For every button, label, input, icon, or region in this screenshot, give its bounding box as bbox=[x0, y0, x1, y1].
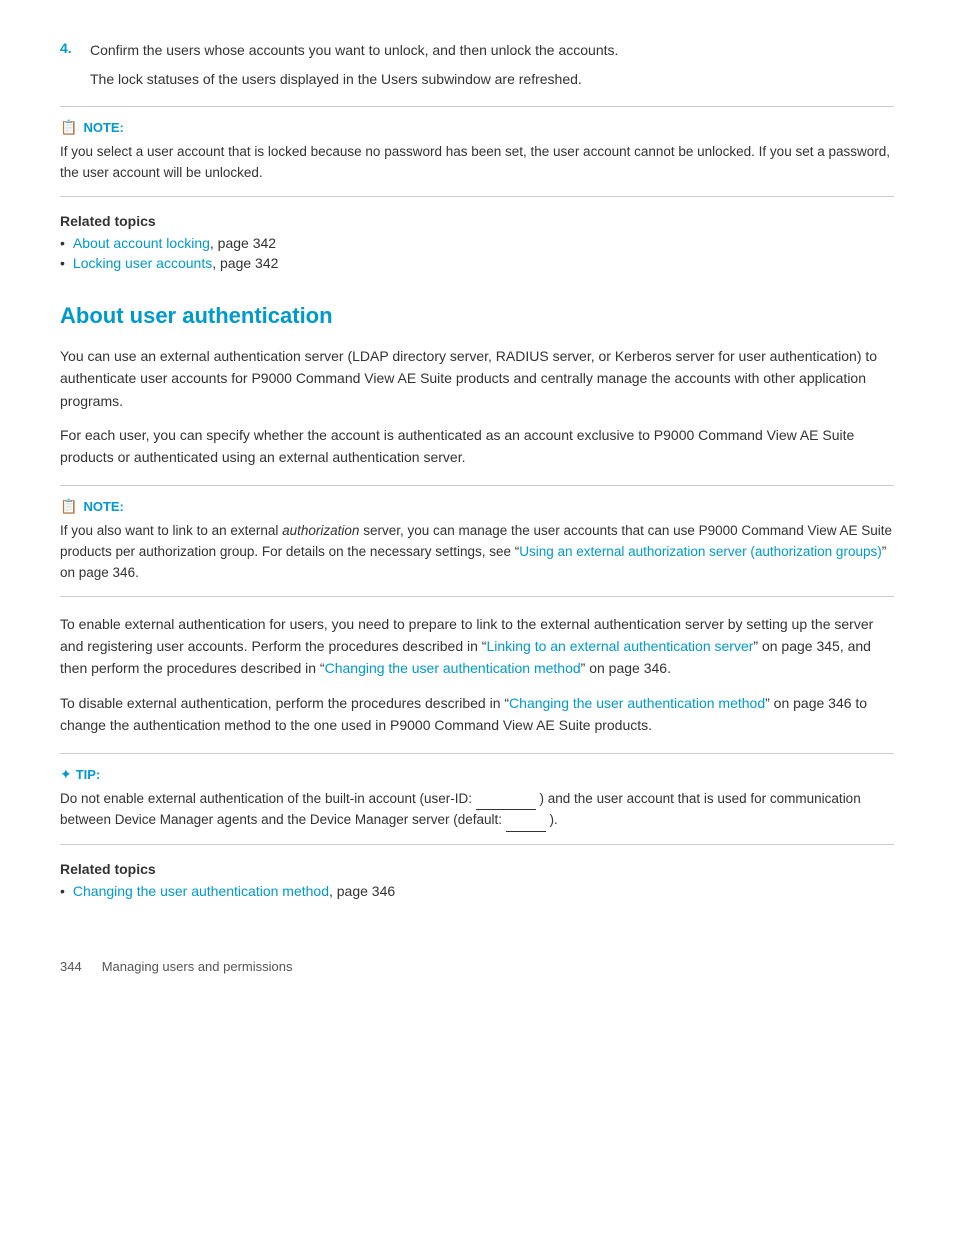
note-body-2: If you also want to link to an external … bbox=[60, 521, 894, 584]
note2-text-1: If you also want to link to an external bbox=[60, 523, 282, 538]
related-link-1[interactable]: About account locking, page 342 bbox=[73, 235, 276, 251]
linking-external-auth-link[interactable]: Linking to an external authentication se… bbox=[486, 638, 753, 654]
tip-box-1: ✦ TIP: Do not enable external authentica… bbox=[60, 753, 894, 846]
note-box-2: 📋 NOTE: If you also want to link to an e… bbox=[60, 485, 894, 597]
tip-blank-2 bbox=[506, 810, 546, 832]
related-item-2: • Locking user accounts, page 342 bbox=[60, 255, 894, 271]
body-paragraph-4: To disable external authentication, perf… bbox=[60, 692, 894, 737]
body4-text-1: To disable external authentication, perf… bbox=[60, 695, 509, 711]
step-4-text: Confirm the users whose accounts you wan… bbox=[90, 40, 894, 61]
related-item-1: • About account locking, page 342 bbox=[60, 235, 894, 251]
related-title-2: Related topics bbox=[60, 861, 894, 877]
tip-text-3: ). bbox=[550, 812, 558, 827]
tip-header-1: ✦ TIP: bbox=[60, 766, 894, 783]
bullet-2: • bbox=[60, 255, 65, 271]
related-link-2-suffix: , page 342 bbox=[212, 255, 278, 271]
note-label-1: NOTE: bbox=[83, 120, 123, 135]
step-4: 4. Confirm the users whose accounts you … bbox=[60, 40, 894, 61]
tip-icon-1: ✦ bbox=[60, 766, 72, 783]
related-link-3[interactable]: Changing the user authentication method,… bbox=[73, 883, 395, 899]
step-number-4: 4. bbox=[60, 40, 90, 61]
footer-page-number: 344 bbox=[60, 959, 82, 974]
footer-text: Managing users and permissions bbox=[102, 959, 293, 974]
note-box-1: 📋 NOTE: If you select a user account tha… bbox=[60, 106, 894, 197]
note-icon-2: 📋 bbox=[60, 498, 77, 515]
related-topics-1: Related topics • About account locking, … bbox=[60, 213, 894, 271]
body3-text-3: ” on page 346. bbox=[581, 660, 671, 676]
bullet-1: • bbox=[60, 235, 65, 251]
changing-auth-method-link-3[interactable]: Changing the user authentication method bbox=[73, 883, 329, 899]
external-auth-server-link[interactable]: Using an external authorization server (… bbox=[519, 544, 881, 559]
related-title-1: Related topics bbox=[60, 213, 894, 229]
note-header-2: 📋 NOTE: bbox=[60, 498, 894, 515]
body-paragraph-2: For each user, you can specify whether t… bbox=[60, 424, 894, 469]
note-body-1: If you select a user account that is loc… bbox=[60, 142, 894, 184]
section-title: About user authentication bbox=[60, 303, 894, 329]
related-link-3-suffix: , page 346 bbox=[329, 883, 395, 899]
related-link-1-suffix: , page 342 bbox=[210, 235, 276, 251]
tip-body-1: Do not enable external authentication of… bbox=[60, 789, 894, 833]
tip-text-1: Do not enable external authentication of… bbox=[60, 791, 472, 806]
tip-blank-1 bbox=[476, 789, 536, 811]
note-label-2: NOTE: bbox=[83, 499, 123, 514]
page-footer: 344 Managing users and permissions bbox=[60, 959, 894, 974]
bullet-3: • bbox=[60, 883, 65, 899]
note-icon-1: 📋 bbox=[60, 119, 77, 136]
tip-label-1: TIP: bbox=[76, 767, 101, 782]
locking-user-accounts-link[interactable]: Locking user accounts bbox=[73, 255, 212, 271]
step-4-subtext: The lock statuses of the users displayed… bbox=[90, 69, 894, 90]
about-account-locking-link[interactable]: About account locking bbox=[73, 235, 210, 251]
note2-emphasis: authorization bbox=[282, 523, 359, 538]
changing-auth-method-link-2[interactable]: Changing the user authentication method bbox=[509, 695, 765, 711]
related-link-2[interactable]: Locking user accounts, page 342 bbox=[73, 255, 278, 271]
body-paragraph-1: You can use an external authentication s… bbox=[60, 345, 894, 412]
changing-auth-method-link-1[interactable]: Changing the user authentication method bbox=[325, 660, 581, 676]
related-item-3: • Changing the user authentication metho… bbox=[60, 883, 894, 899]
note-header-1: 📋 NOTE: bbox=[60, 119, 894, 136]
body-paragraph-3: To enable external authentication for us… bbox=[60, 613, 894, 680]
related-topics-2: Related topics • Changing the user authe… bbox=[60, 861, 894, 899]
